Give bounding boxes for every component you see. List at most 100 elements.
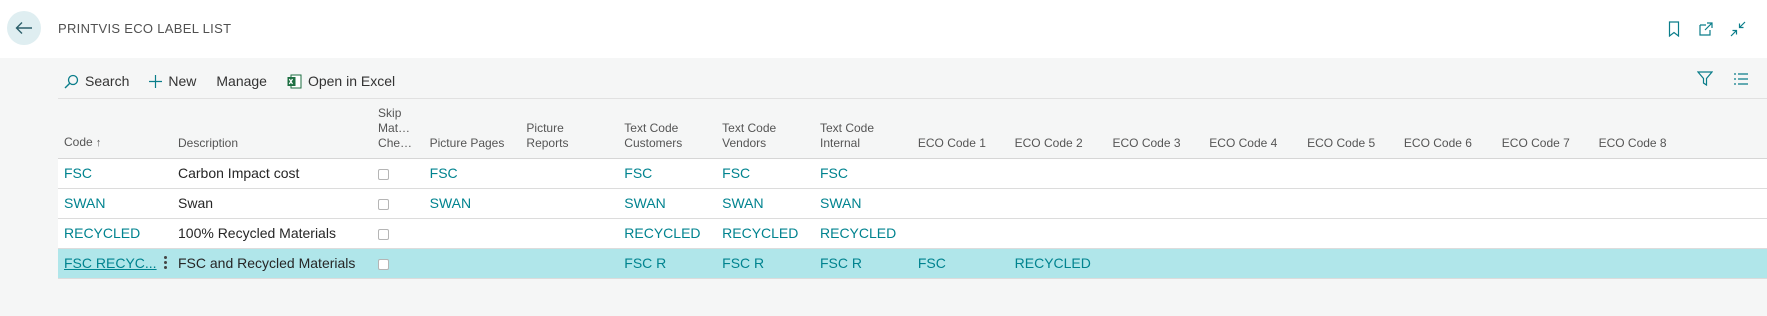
eco-code-2-cell[interactable]: RECYCLED: [1008, 248, 1107, 279]
eco-code-7-cell[interactable]: [1495, 248, 1593, 279]
open-in-excel-button[interactable]: Open in Excel: [281, 66, 401, 96]
col-header-eco-code-4[interactable]: ECO Code 4: [1203, 102, 1302, 159]
col-header-text-code-internal[interactable]: Text Code Internal: [814, 102, 912, 159]
col-header-text-code-vendors[interactable]: Text Code Vendors: [716, 102, 814, 159]
col-header-eco-code-5[interactable]: ECO Code 5: [1301, 102, 1398, 159]
eco-code-4-cell[interactable]: [1203, 218, 1302, 249]
list-tools: [1696, 66, 1749, 96]
picture-pages-cell[interactable]: [423, 218, 521, 249]
eco-code-6-cell[interactable]: [1397, 158, 1496, 189]
eco-code-5-cell[interactable]: [1301, 158, 1398, 189]
spacer-cell: [1690, 248, 1767, 279]
filter-icon[interactable]: [1696, 71, 1714, 91]
eco-code-7-cell[interactable]: [1495, 188, 1593, 219]
col-header-skip-material-check[interactable]: Skip Mat… Che…: [372, 102, 424, 159]
picture-pages-cell[interactable]: FSC: [423, 158, 521, 189]
eco-code-1-cell[interactable]: [911, 188, 1009, 219]
code-cell[interactable]: FSC RECYC...: [58, 248, 172, 279]
text-internal-cell[interactable]: SWAN: [814, 188, 912, 219]
col-header-eco-code-7[interactable]: ECO Code 7: [1495, 102, 1593, 159]
eco-code-1-cell[interactable]: [911, 218, 1009, 249]
description-cell[interactable]: FSC and Recycled Materials: [172, 248, 373, 279]
eco-code-3-cell[interactable]: [1106, 158, 1204, 189]
table-row[interactable]: RECYCLED 100% Recycled Materials RECYCLE…: [58, 218, 1767, 249]
text-vendors-cell[interactable]: FSC R: [716, 248, 814, 279]
open-new-window-icon[interactable]: [1697, 20, 1715, 38]
col-header-code[interactable]: Code ↑: [58, 102, 172, 159]
description-cell[interactable]: Swan: [172, 188, 373, 219]
text-internal-cell[interactable]: FSC: [814, 158, 912, 189]
manage-button[interactable]: Manage: [210, 66, 273, 96]
eco-code-2-cell[interactable]: [1008, 158, 1107, 189]
eco-code-2-cell[interactable]: [1008, 218, 1107, 249]
col-header-eco-code-8[interactable]: ECO Code 8: [1592, 102, 1691, 159]
picture-pages-cell[interactable]: [423, 248, 521, 279]
code-cell[interactable]: SWAN: [58, 188, 172, 219]
table-row[interactable]: SWAN Swan SWAN SWAN SWAN SWAN: [58, 188, 1767, 219]
more-options-icon[interactable]: [162, 255, 168, 269]
col-header-description[interactable]: Description: [172, 102, 373, 159]
text-internal-cell[interactable]: FSC R: [814, 248, 912, 279]
text-customers-cell[interactable]: SWAN: [618, 188, 717, 219]
col-header-picture-reports[interactable]: Picture Reports: [520, 102, 619, 159]
eco-code-5-cell[interactable]: [1301, 248, 1398, 279]
eco-code-8-cell[interactable]: [1592, 158, 1691, 189]
new-button[interactable]: New: [143, 66, 202, 96]
col-header-eco-code-2[interactable]: ECO Code 2: [1008, 102, 1107, 159]
eco-code-6-cell[interactable]: [1397, 248, 1496, 279]
content-area: Search New Manage Open in Excel Code ↑ D…: [0, 58, 1767, 316]
text-vendors-cell[interactable]: FSC: [716, 158, 814, 189]
text-customers-cell[interactable]: FSC R: [618, 248, 717, 279]
picture-pages-cell[interactable]: SWAN: [423, 188, 521, 219]
eco-code-4-cell[interactable]: [1203, 188, 1302, 219]
code-cell[interactable]: FSC: [58, 158, 172, 189]
col-header-eco-code-3[interactable]: ECO Code 3: [1106, 102, 1204, 159]
eco-code-4-cell[interactable]: [1203, 158, 1302, 189]
table-row-selected[interactable]: FSC RECYC... FSC and Recycled Materials …: [58, 248, 1767, 279]
text-customers-cell[interactable]: FSC: [618, 158, 717, 189]
code-value[interactable]: FSC RECYC...: [64, 255, 157, 271]
eco-code-5-cell[interactable]: [1301, 188, 1398, 219]
picture-reports-cell[interactable]: [520, 248, 619, 279]
text-internal-cell[interactable]: RECYCLED: [814, 218, 912, 249]
eco-code-5-cell[interactable]: [1301, 218, 1398, 249]
eco-code-3-cell[interactable]: [1106, 218, 1204, 249]
eco-code-8-cell[interactable]: [1592, 218, 1691, 249]
text-vendors-cell[interactable]: SWAN: [716, 188, 814, 219]
checkbox[interactable]: [378, 168, 390, 180]
text-vendors-cell[interactable]: RECYCLED: [716, 218, 814, 249]
picture-reports-cell[interactable]: [520, 218, 619, 249]
description-cell[interactable]: 100% Recycled Materials: [172, 218, 373, 249]
eco-code-6-cell[interactable]: [1397, 188, 1496, 219]
bookmark-icon[interactable]: [1665, 20, 1683, 38]
search-button[interactable]: Search: [58, 66, 135, 96]
eco-code-3-cell[interactable]: [1106, 248, 1204, 279]
col-header-eco-code-6[interactable]: ECO Code 6: [1397, 102, 1496, 159]
skip-check-cell: [372, 188, 424, 219]
col-header-picture-pages[interactable]: Picture Pages: [423, 102, 521, 159]
code-cell[interactable]: RECYCLED: [58, 218, 172, 249]
list-view-icon[interactable]: [1733, 72, 1749, 91]
eco-code-1-cell[interactable]: [911, 158, 1009, 189]
description-cell[interactable]: Carbon Impact cost: [172, 158, 373, 189]
checkbox[interactable]: [378, 198, 390, 210]
checkbox[interactable]: [378, 258, 390, 270]
eco-code-2-cell[interactable]: [1008, 188, 1107, 219]
eco-code-4-cell[interactable]: [1203, 248, 1302, 279]
picture-reports-cell[interactable]: [520, 158, 619, 189]
eco-code-7-cell[interactable]: [1495, 218, 1593, 249]
col-header-text-code-customers[interactable]: Text Code Customers: [618, 102, 717, 159]
eco-code-3-cell[interactable]: [1106, 188, 1204, 219]
col-header-eco-code-1[interactable]: ECO Code 1: [911, 102, 1009, 159]
eco-code-8-cell[interactable]: [1592, 248, 1691, 279]
picture-reports-cell[interactable]: [520, 188, 619, 219]
checkbox[interactable]: [378, 228, 390, 240]
back-button[interactable]: [7, 11, 41, 45]
text-customers-cell[interactable]: RECYCLED: [618, 218, 717, 249]
eco-code-7-cell[interactable]: [1495, 158, 1593, 189]
collapse-icon[interactable]: [1729, 20, 1747, 38]
eco-code-1-cell[interactable]: FSC: [911, 248, 1009, 279]
eco-code-6-cell[interactable]: [1397, 218, 1496, 249]
eco-code-8-cell[interactable]: [1592, 188, 1691, 219]
table-row[interactable]: FSC Carbon Impact cost FSC FSC FSC FSC: [58, 158, 1767, 189]
